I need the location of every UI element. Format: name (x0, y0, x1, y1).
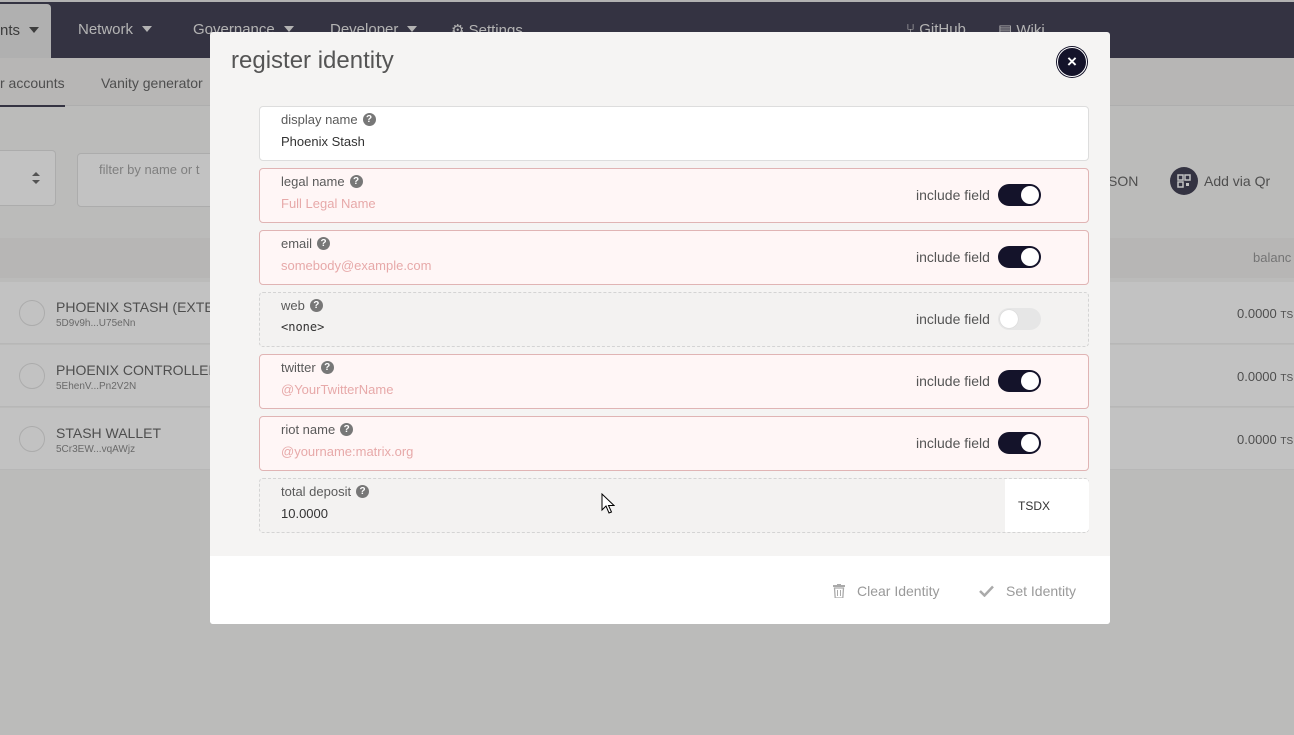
web-field: web ? <none> include field (259, 292, 1089, 347)
help-icon[interactable]: ? (349, 175, 363, 188)
legal-name-input[interactable] (281, 196, 881, 211)
modal-title: register identity (231, 47, 394, 74)
twitter-label: twitter (281, 360, 316, 375)
web-include-toggle[interactable] (998, 308, 1041, 330)
legal-name-field: legal name ? include field (259, 168, 1089, 223)
legal-name-include-toggle[interactable] (998, 184, 1041, 206)
riot-name-input[interactable] (281, 444, 881, 459)
help-icon[interactable]: ? (356, 485, 370, 498)
total-deposit-value: 10.0000 (281, 506, 328, 521)
close-button[interactable]: × (1057, 47, 1087, 77)
display-name-input[interactable] (281, 134, 881, 149)
trash-icon (833, 584, 845, 598)
toggle-knob (1000, 310, 1018, 328)
include-field-label: include field (916, 187, 990, 203)
email-include-toggle[interactable] (998, 246, 1041, 268)
email-label: email (281, 236, 313, 251)
include-field-label: include field (916, 249, 990, 265)
modal-footer: Clear Identity Set Identity (210, 556, 1110, 624)
riot-name-label-row: riot name ? (281, 422, 354, 437)
email-field: email ? include field (259, 230, 1089, 285)
register-identity-modal: register identity × display name ? legal… (210, 32, 1110, 624)
legal-name-label: legal name (281, 174, 345, 189)
email-input[interactable] (281, 258, 881, 273)
toggle-knob (1021, 186, 1039, 204)
web-label: web (281, 298, 305, 313)
toggle-knob (1021, 434, 1039, 452)
twitter-label-row: twitter ? (281, 360, 334, 375)
riot-name-field: riot name ? include field (259, 416, 1089, 471)
set-identity-button[interactable]: Set Identity (979, 583, 1076, 599)
include-field-label: include field (916, 373, 990, 389)
toggle-knob (1021, 248, 1039, 266)
twitter-field: twitter ? include field (259, 354, 1089, 409)
display-name-label: display name (281, 112, 358, 127)
web-label-row: web ? (281, 298, 323, 313)
clear-identity-button[interactable]: Clear Identity (833, 583, 939, 599)
twitter-include-toggle[interactable] (998, 370, 1041, 392)
include-field-label: include field (916, 311, 990, 327)
twitter-input[interactable] (281, 382, 881, 397)
total-deposit-field: total deposit ? 10.0000 TSDX (259, 478, 1089, 533)
include-field-label: include field (916, 435, 990, 451)
set-identity-label: Set Identity (1006, 583, 1077, 599)
email-label-row: email ? (281, 236, 331, 251)
help-icon[interactable]: ? (317, 237, 331, 250)
legal-name-label-row: legal name ? (281, 174, 363, 189)
help-icon[interactable]: ? (340, 423, 354, 436)
checkmark-icon (979, 585, 994, 597)
riot-name-include-toggle[interactable] (998, 432, 1041, 454)
mouse-cursor-icon (601, 493, 615, 514)
close-icon: × (1067, 52, 1077, 71)
help-icon[interactable]: ? (320, 361, 334, 374)
clear-identity-label: Clear Identity (857, 583, 940, 599)
toggle-knob (1021, 372, 1039, 390)
total-deposit-label: total deposit (281, 484, 352, 499)
help-icon[interactable]: ? (309, 299, 323, 312)
riot-name-label: riot name (281, 422, 336, 437)
help-icon[interactable]: ? (362, 113, 376, 126)
display-name-field: display name ? (259, 106, 1089, 161)
display-name-label-row: display name ? (281, 112, 376, 127)
deposit-unit: TSDX (1005, 479, 1089, 532)
total-deposit-label-row: total deposit ? (281, 484, 370, 499)
web-value: <none> (281, 320, 325, 334)
